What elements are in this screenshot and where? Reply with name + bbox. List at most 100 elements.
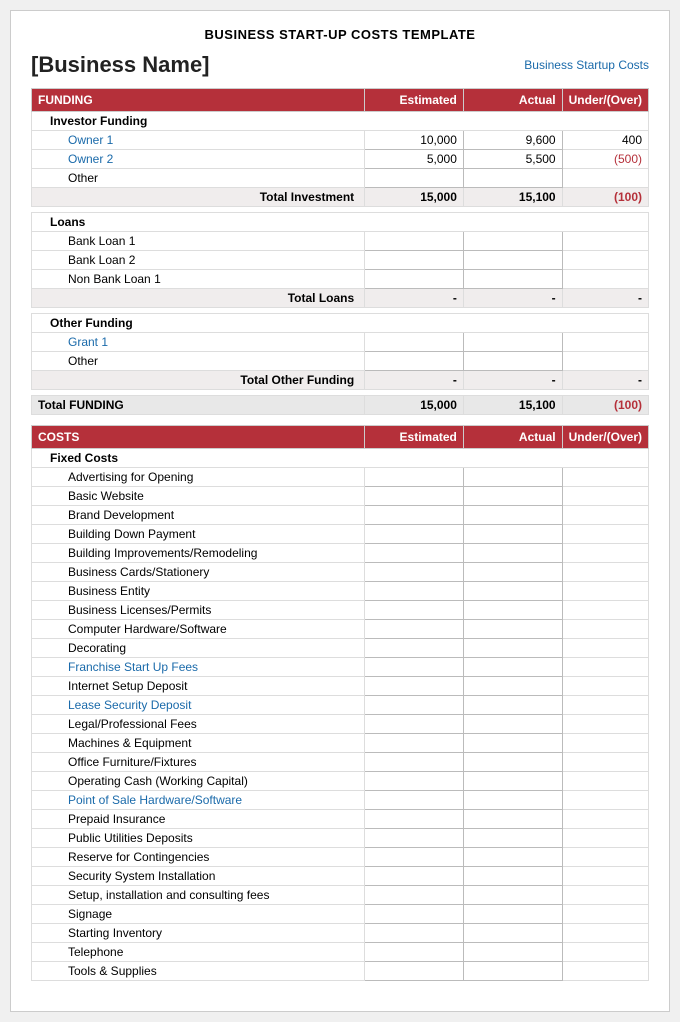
cost-prepaid-insurance-estimated[interactable] (365, 810, 464, 829)
cost-business-cards: Business Cards/Stationery (32, 563, 365, 582)
cost-security-system-estimated[interactable] (365, 867, 464, 886)
cost-setup-consulting-estimated[interactable] (365, 886, 464, 905)
cost-legal-fees-actual[interactable] (463, 715, 562, 734)
non-bank-loan1-estimated[interactable] (365, 270, 464, 289)
table-row: Non Bank Loan 1 (32, 270, 649, 289)
cost-telephone-actual[interactable] (463, 943, 562, 962)
cost-prepaid-insurance-actual[interactable] (463, 810, 562, 829)
cost-starting-inventory-under (562, 924, 648, 943)
cost-basic-website-estimated[interactable] (365, 487, 464, 506)
cost-basic-website: Basic Website (32, 487, 365, 506)
cost-business-licenses-estimated[interactable] (365, 601, 464, 620)
grant1-actual[interactable] (463, 333, 562, 352)
table-row: Basic Website (32, 487, 649, 506)
owner2-actual[interactable]: 5,500 (463, 150, 562, 169)
cost-brand-dev-actual[interactable] (463, 506, 562, 525)
table-row: Reserve for Contingencies (32, 848, 649, 867)
cost-signage-actual[interactable] (463, 905, 562, 924)
other-investor-estimated[interactable] (365, 169, 464, 188)
owner1-estimated[interactable]: 10,000 (365, 131, 464, 150)
owner1-actual[interactable]: 9,600 (463, 131, 562, 150)
cost-advertising-estimated[interactable] (365, 468, 464, 487)
cost-public-utilities-estimated[interactable] (365, 829, 464, 848)
cost-building-improvements-estimated[interactable] (365, 544, 464, 563)
cost-decorating-actual[interactable] (463, 639, 562, 658)
cost-prepaid-insurance-under (562, 810, 648, 829)
cost-internet-setup-actual[interactable] (463, 677, 562, 696)
cost-operating-cash-actual[interactable] (463, 772, 562, 791)
cost-decorating: Decorating (32, 639, 365, 658)
table-row: Franchise Start Up Fees (32, 658, 649, 677)
cost-business-licenses-actual[interactable] (463, 601, 562, 620)
cost-building-down-payment-estimated[interactable] (365, 525, 464, 544)
cost-telephone-estimated[interactable] (365, 943, 464, 962)
bank-loan2-label: Bank Loan 2 (32, 251, 365, 270)
bank-loan2-estimated[interactable] (365, 251, 464, 270)
bank-loan1-actual[interactable] (463, 232, 562, 251)
cost-pos-hardware-estimated[interactable] (365, 791, 464, 810)
cost-brand-dev: Brand Development (32, 506, 365, 525)
other-funding-estimated[interactable] (365, 352, 464, 371)
cost-franchise-fees-under (562, 658, 648, 677)
total-loans-estimated: - (365, 289, 464, 308)
table-row: Owner 2 5,000 5,500 (500) (32, 150, 649, 169)
cost-public-utilities-under (562, 829, 648, 848)
cost-internet-setup-estimated[interactable] (365, 677, 464, 696)
table-row: Computer Hardware/Software (32, 620, 649, 639)
bank-loan1-label: Bank Loan 1 (32, 232, 365, 251)
other-funding-actual[interactable] (463, 352, 562, 371)
cost-business-cards-under (562, 563, 648, 582)
owner2-estimated[interactable]: 5,000 (365, 150, 464, 169)
table-row: Building Down Payment (32, 525, 649, 544)
startup-costs-link[interactable]: Business Startup Costs (524, 58, 649, 72)
table-row: Other (32, 169, 649, 188)
other-investor-actual[interactable] (463, 169, 562, 188)
cost-business-cards-estimated[interactable] (365, 563, 464, 582)
cost-franchise-fees-actual[interactable] (463, 658, 562, 677)
cost-starting-inventory-actual[interactable] (463, 924, 562, 943)
cost-tools-supplies-actual[interactable] (463, 962, 562, 981)
cost-basic-website-actual[interactable] (463, 487, 562, 506)
cost-machines-equipment-estimated[interactable] (365, 734, 464, 753)
cost-starting-inventory-estimated[interactable] (365, 924, 464, 943)
cost-machines-equipment-actual[interactable] (463, 734, 562, 753)
cost-building-down-payment-actual[interactable] (463, 525, 562, 544)
grant1-estimated[interactable] (365, 333, 464, 352)
cost-reserve-contingencies-estimated[interactable] (365, 848, 464, 867)
cost-reserve-contingencies-actual[interactable] (463, 848, 562, 867)
cost-public-utilities: Public Utilities Deposits (32, 829, 365, 848)
cost-computer-hardware-estimated[interactable] (365, 620, 464, 639)
cost-decorating-estimated[interactable] (365, 639, 464, 658)
cost-legal-fees-estimated[interactable] (365, 715, 464, 734)
cost-business-entity-estimated[interactable] (365, 582, 464, 601)
cost-security-system-actual[interactable] (463, 867, 562, 886)
cost-brand-dev-estimated[interactable] (365, 506, 464, 525)
cost-public-utilities-actual[interactable] (463, 829, 562, 848)
cost-franchise-fees-estimated[interactable] (365, 658, 464, 677)
cost-business-cards-actual[interactable] (463, 563, 562, 582)
cost-signage-estimated[interactable] (365, 905, 464, 924)
cost-operating-cash-estimated[interactable] (365, 772, 464, 791)
non-bank-loan1-actual[interactable] (463, 270, 562, 289)
investor-funding-label: Investor Funding (32, 112, 649, 131)
bank-loan1-estimated[interactable] (365, 232, 464, 251)
cost-advertising-actual[interactable] (463, 468, 562, 487)
cost-operating-cash-under (562, 772, 648, 791)
funding-table: FUNDING Estimated Actual Under/(Over) In… (31, 88, 649, 415)
cost-lease-security-estimated[interactable] (365, 696, 464, 715)
cost-business-entity-actual[interactable] (463, 582, 562, 601)
cost-pos-hardware-actual[interactable] (463, 791, 562, 810)
cost-building-improvements-actual[interactable] (463, 544, 562, 563)
funding-header-label: FUNDING (32, 89, 365, 112)
table-row: Setup, installation and consulting fees (32, 886, 649, 905)
cost-lease-security-actual[interactable] (463, 696, 562, 715)
cost-computer-hardware-actual[interactable] (463, 620, 562, 639)
other-funding-label: Other Funding (32, 314, 649, 333)
cost-office-furniture-estimated[interactable] (365, 753, 464, 772)
cost-setup-consulting-actual[interactable] (463, 886, 562, 905)
cost-tools-supplies-estimated[interactable] (365, 962, 464, 981)
cost-reserve-contingencies: Reserve for Contingencies (32, 848, 365, 867)
cost-office-furniture-actual[interactable] (463, 753, 562, 772)
cost-building-improvements-under (562, 544, 648, 563)
bank-loan2-actual[interactable] (463, 251, 562, 270)
